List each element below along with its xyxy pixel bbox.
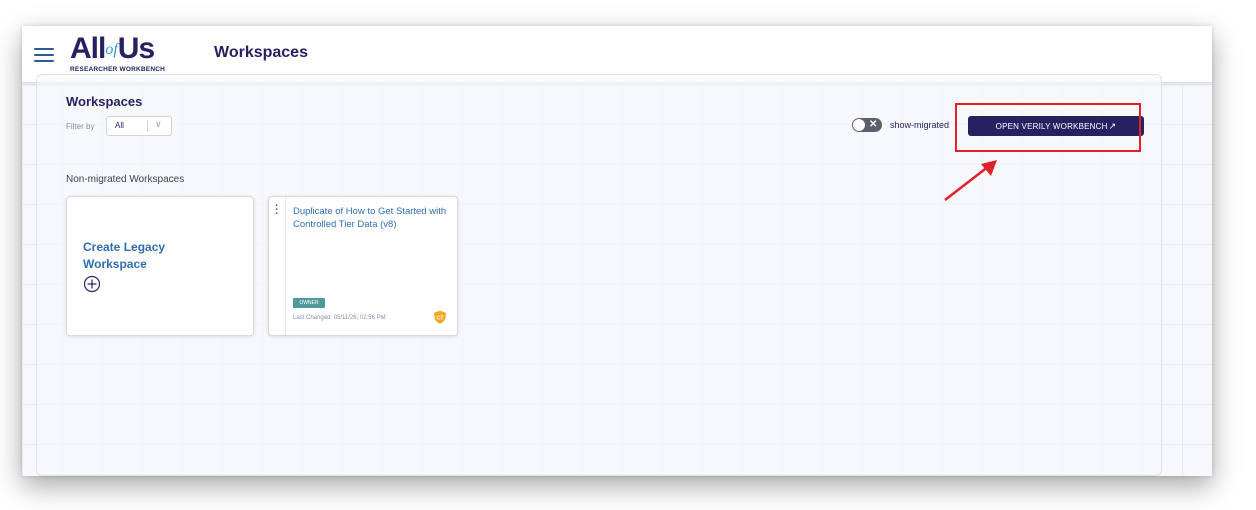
chevron-down-icon: ∨ xyxy=(155,119,162,129)
filter-select[interactable]: All ∨ xyxy=(106,116,172,136)
kebab-menu-icon: · · · xyxy=(275,200,279,220)
filter-value: All xyxy=(115,121,124,130)
section-label-non-migrated: Non-migrated Workspaces xyxy=(66,174,185,185)
all-of-us-logo[interactable]: AllofUs RESEARCHER WORKBENCH xyxy=(70,34,180,76)
workspace-menu-button[interactable]: · · · xyxy=(269,197,286,335)
filter-label: Filter by xyxy=(66,122,95,131)
plus-circle-icon xyxy=(83,275,101,293)
svg-text:CT: CT xyxy=(436,316,444,322)
filter-divider xyxy=(147,120,148,132)
annotation-highlight-box xyxy=(955,103,1141,152)
logo-subtitle: RESEARCHER WORKBENCH xyxy=(70,66,166,73)
hamburger-icon[interactable] xyxy=(34,48,54,62)
create-legacy-workspace-label: Create Legacy Workspace xyxy=(83,240,166,271)
owner-badge: OWNER xyxy=(293,298,325,308)
workspace-title-link[interactable]: Duplicate of How to Get Started with Con… xyxy=(293,205,453,231)
toggle-knob xyxy=(853,119,865,131)
annotation-arrow-icon xyxy=(944,160,997,201)
toggle-off-icon: ✕ xyxy=(869,119,878,130)
workspace-card: · · · Duplicate of How to Get Started with… xyxy=(268,196,458,336)
last-changed-text: Last Changed: 05/11/26, 02:56 PM xyxy=(293,315,386,321)
show-migrated-toggle[interactable]: ✕ xyxy=(852,118,882,132)
create-legacy-workspace-card[interactable]: Create Legacy Workspace xyxy=(66,196,254,336)
show-migrated-label: show-migrated xyxy=(890,120,950,130)
workspaces-heading: Workspaces xyxy=(66,94,143,109)
ct-shield-icon: CT xyxy=(434,310,446,324)
page-title: Workspaces xyxy=(214,44,308,61)
